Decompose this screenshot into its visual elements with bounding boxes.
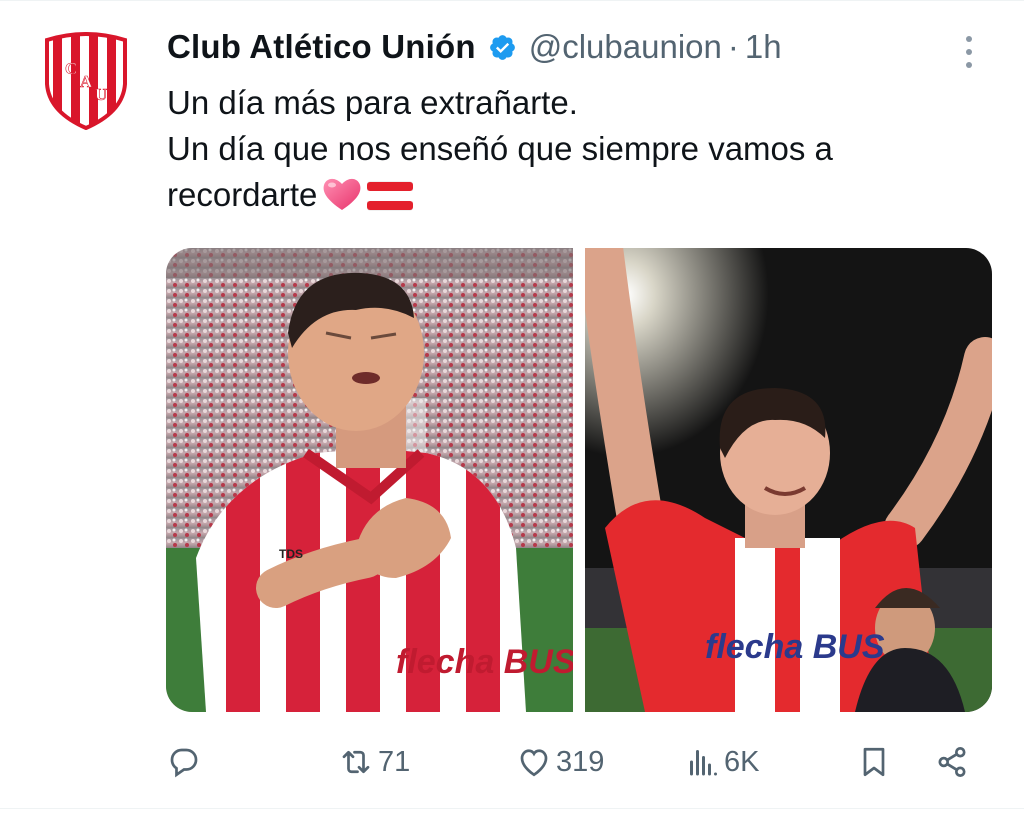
like-button[interactable]: 319 — [516, 740, 604, 784]
retweet-count: 71 — [378, 745, 411, 778]
share-icon — [938, 747, 966, 777]
author-handle[interactable]: @clubaunion — [529, 28, 722, 66]
reply-button[interactable] — [166, 740, 206, 784]
club-crest-avatar[interactable]: C A U — [43, 32, 129, 130]
tweet-text-line-2: Un día que nos enseñó que siempre vamos … — [167, 130, 833, 167]
tweet-text: Un día más para extrañarte. Un día que n… — [167, 80, 997, 218]
media-photo-left[interactable]: flecha BUS TDS — [166, 248, 574, 712]
tweet-header: Club Atlético Unión @clubaunion · 1h — [167, 24, 782, 70]
reply-icon — [170, 748, 198, 778]
bookmark-button[interactable] — [856, 740, 892, 784]
flag-emoji-icon — [367, 181, 414, 211]
media-photo-right[interactable]: flecha BUS — [584, 248, 992, 712]
more-options-icon[interactable] — [958, 32, 980, 72]
verified-badge-icon — [489, 34, 515, 60]
tweet-text-line-3-text: recordarte — [167, 176, 318, 213]
top-divider — [0, 0, 1024, 1]
timestamp[interactable]: 1h — [745, 28, 782, 66]
sponsor-text-right: flecha BUS — [705, 628, 885, 666]
share-button[interactable] — [934, 740, 970, 784]
heart-emoji-icon — [323, 178, 361, 210]
views-count: 6K — [724, 745, 760, 778]
tweet-media-grid: flecha BUS TDS flecha BUS — [166, 248, 992, 712]
crest-letter-c: C — [65, 59, 77, 78]
player-praying-image: flecha BUS TDS — [166, 248, 574, 712]
bottom-divider — [0, 808, 1024, 809]
crest-letter-a: A — [80, 72, 93, 91]
separator-dot: · — [727, 28, 739, 65]
brand-text-left: TDS — [279, 547, 303, 561]
author-name[interactable]: Club Atlético Unión — [167, 28, 476, 66]
player-celebrating-image: flecha BUS — [584, 248, 992, 712]
views-button[interactable]: 6K — [684, 740, 759, 784]
tweet-text-line-3: recordarte — [167, 172, 997, 218]
sponsor-text-left: flecha BUS — [396, 643, 573, 681]
crest-letter-u: U — [95, 85, 107, 104]
retweet-button[interactable]: 71 — [338, 740, 410, 784]
tweet-text-line-1: Un día más para extrañarte. — [167, 84, 578, 121]
tweet-action-bar: 71 319 6K — [166, 740, 992, 784]
like-icon — [520, 749, 548, 777]
like-count: 319 — [556, 745, 605, 778]
views-icon — [690, 750, 717, 776]
bookmark-icon — [863, 747, 885, 777]
retweet-icon — [342, 750, 370, 774]
